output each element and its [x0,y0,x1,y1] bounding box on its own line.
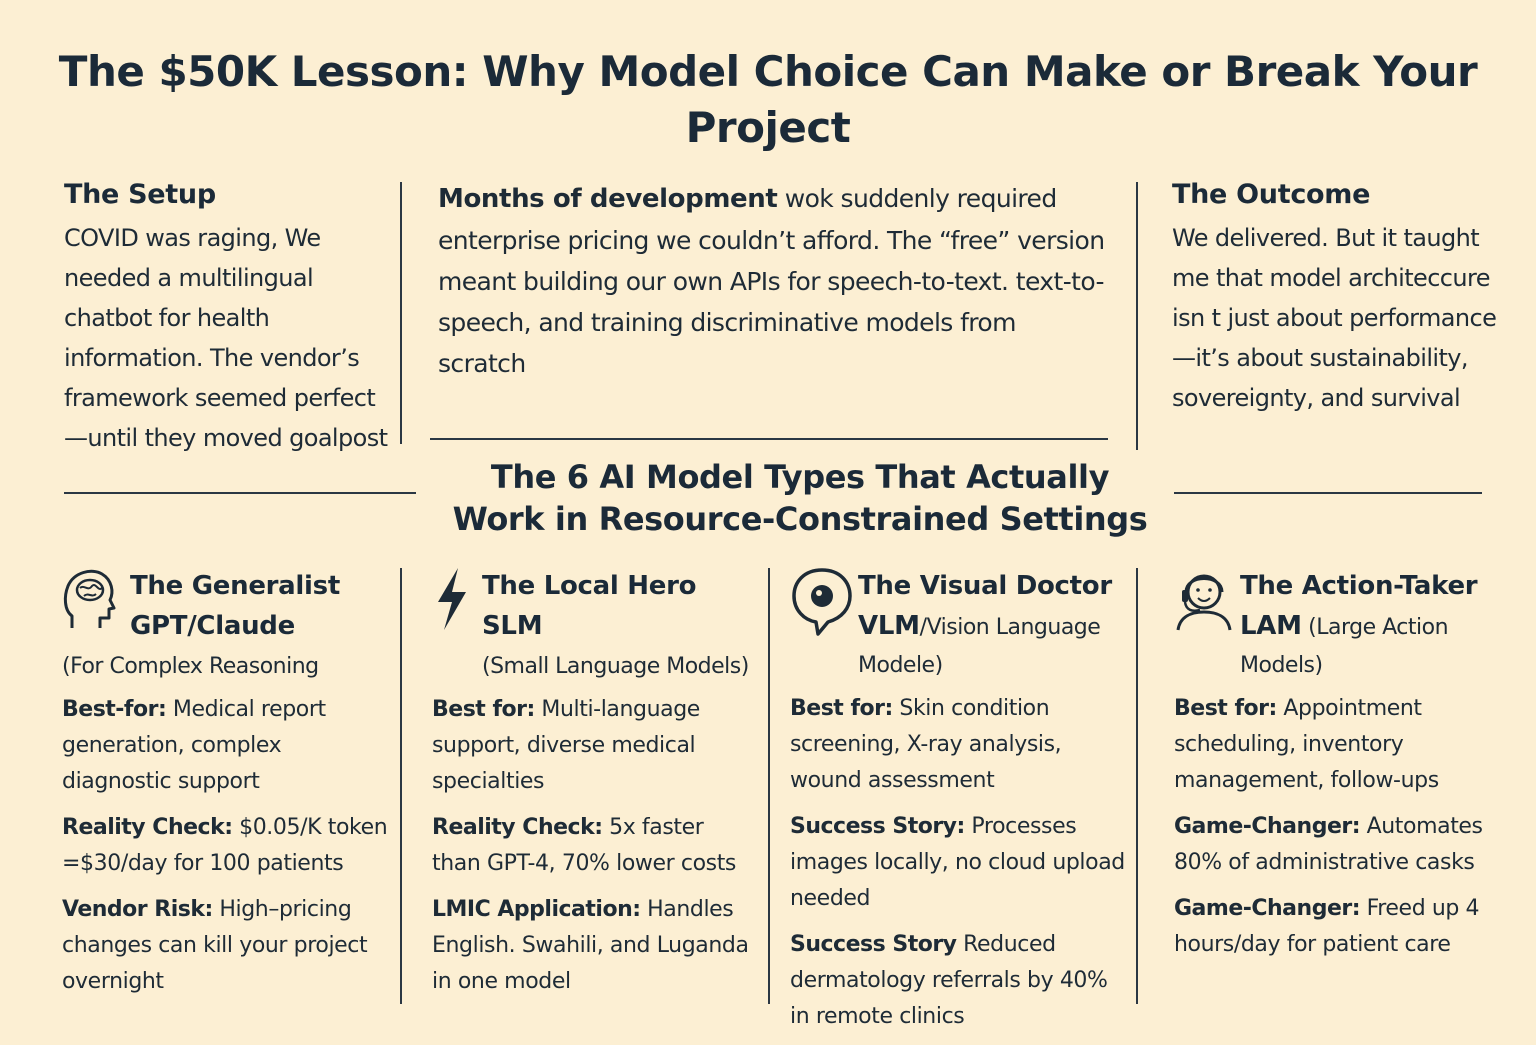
card-title-model: LAM [1240,611,1302,641]
item-label: Game-Changer: [1174,814,1361,839]
item-label: Reality Check: [62,815,233,840]
model-card-visual-doctor: The Visual Doctor VLM/Vision Language Mo… [790,566,1126,1045]
card-title: The Generalist [130,571,340,601]
setup-text: COVID was raging, We needed a multilingu… [64,224,388,452]
card-title-model: SLM [482,611,543,641]
card-subtitle: (Small Language Models) [482,654,749,679]
card-item: Game-Changer: Automates 80% of administr… [1174,809,1504,881]
card-item: Best for: Multi-language support, divers… [432,692,752,800]
divider-horizontal [64,492,416,494]
card-item: Game-Changer: Freed up 4 hours/day for p… [1174,891,1504,963]
card-item: Best-for: Medical report generation, com… [62,692,392,800]
card-subtitle: (For Complex Reasoning [62,654,319,679]
divider-vertical [1136,182,1138,450]
middle-section: Months of development wok suddenly requi… [438,178,1108,384]
section-title: The 6 AI Model Types That Actually Work … [452,458,1148,538]
divider-vertical [400,182,402,444]
card-item: Success Story: Processes images locally,… [790,809,1126,917]
item-label: Best-for: [62,697,167,722]
card-title-extra: /Vision Language [919,615,1101,640]
card-item: Best for: Appointment scheduling, invent… [1174,691,1504,799]
card-item: Reality Check: $0.05/K token =$30/day fo… [62,810,392,882]
divider-horizontal [1174,492,1482,494]
card-title-extra: (Large Action [1301,615,1449,640]
item-label: Best for: [1174,696,1277,721]
lightning-bolt-icon [432,566,488,632]
item-label: Game-Changer: [1174,896,1361,921]
item-label: Success Story: [790,814,965,839]
card-item: Reality Check: 5x faster than GPT-4, 70%… [432,810,752,882]
setup-heading: The Setup [64,179,216,210]
outcome-text: We delivered. But it taught me that mode… [1172,224,1497,412]
item-label: Success Story [790,932,957,957]
brain-head-icon [62,566,118,632]
outcome-heading: The Outcome [1172,179,1371,210]
card-title-model: VLM [858,611,920,641]
item-label: Vendor Risk: [62,897,213,922]
model-card-local-hero: The Local Hero SLM (Small Language Model… [432,566,752,1010]
item-label: Best for: [432,697,535,722]
item-label: Reality Check: [432,815,603,840]
item-label: LMIC Application: [432,897,641,922]
card-subtitle: Modele) [858,653,943,678]
divider-vertical [768,568,770,1004]
card-title-model: GPT/Claude [130,611,295,641]
headset-agent-icon [1174,566,1232,632]
card-item: Vendor Risk: High–pricing changes can ki… [62,892,392,1000]
divider-horizontal [430,438,1108,440]
model-card-action-taker: The Action-Taker LAM (Large Action Model… [1174,566,1504,973]
outcome-section: The Outcome We delivered. But it taught … [1172,178,1512,418]
model-card-generalist: The Generalist GPT/Claude (For Complex R… [62,566,392,1010]
card-title: The Local Hero [482,571,697,601]
setup-section: The Setup COVID was raging, We needed a … [64,178,394,458]
eye-speech-bubble-icon [790,566,852,636]
card-title: The Action-Taker [1240,571,1478,601]
item-label: Best for: [790,696,893,721]
page-title: The $50K Lesson: Why Model Choice Can Ma… [58,47,1478,152]
card-item: Best for: Skin condition screening, X-ra… [790,691,1126,799]
card-item: LMIC Application: Handles English. Swahi… [432,892,752,1000]
divider-vertical [400,568,402,1004]
card-title: The Visual Doctor [858,571,1112,601]
divider-vertical [1136,568,1138,1004]
middle-bold-lead: Months of development [438,184,778,214]
card-item: Success Story Reduced dermatology referr… [790,927,1126,1035]
card-subtitle: Models) [1240,653,1323,678]
